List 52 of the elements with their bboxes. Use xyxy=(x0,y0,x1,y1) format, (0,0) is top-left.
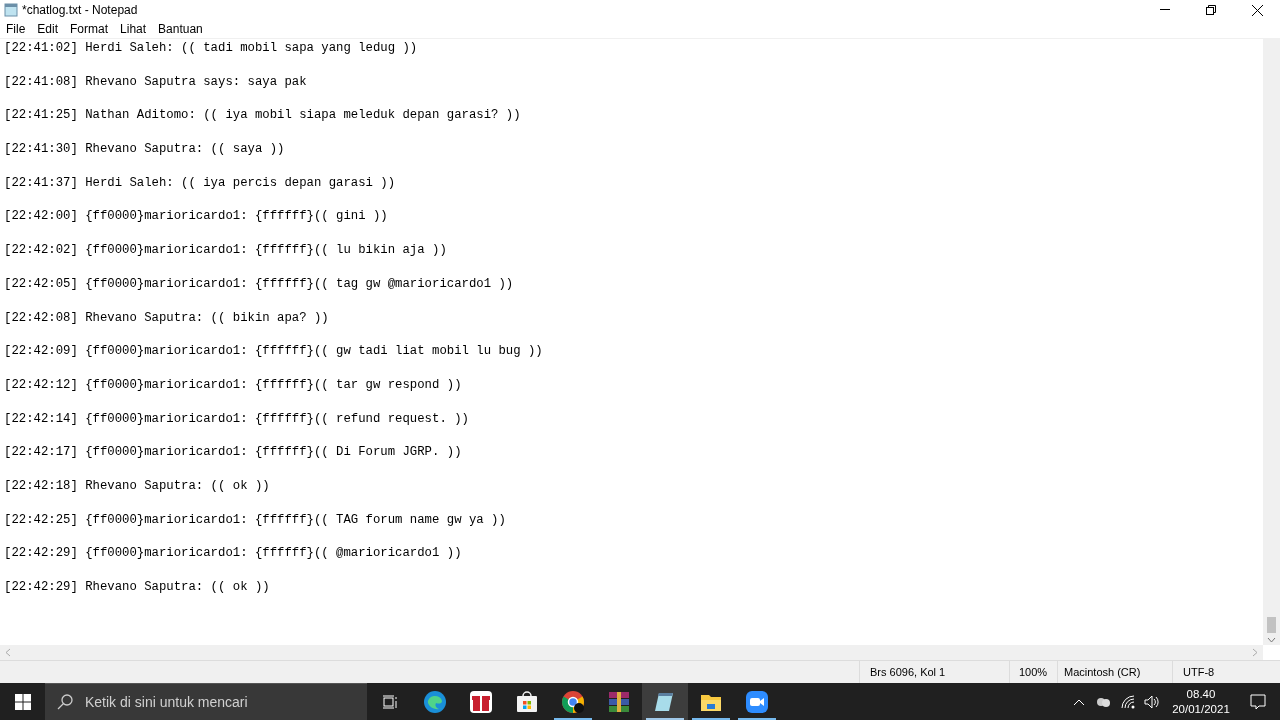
menu-item[interactable]: Bantuan xyxy=(152,20,209,38)
scroll-thumb[interactable] xyxy=(1267,617,1276,633)
text-line: [22:42:29] Rhevano Saputra: (( ok )) xyxy=(4,579,270,596)
menu-item[interactable]: File xyxy=(0,20,32,38)
notepad-icon xyxy=(4,3,18,17)
close-icon xyxy=(1251,4,1263,16)
gift-icon xyxy=(469,689,493,714)
text-line: [22:42:00] {ff0000}marioricardo1: {ffffff}(( gini )) xyxy=(4,208,388,226)
vertical-scrollbar[interactable] xyxy=(1263,39,1280,645)
text-line: [22:42:17] {ff0000}marioricardo1: {ffffff}(( Di Forum JGRP. )) xyxy=(4,444,462,462)
cursor-position: Brs 6096, Kol 1 xyxy=(870,664,946,680)
video-camera-icon xyxy=(745,689,769,714)
chat-bubble-icon xyxy=(1250,693,1266,710)
wifi-icon[interactable] xyxy=(1121,694,1135,709)
text-line: [22:42:29] {ff0000}marioricardo1: {ffffff}(( @marioricardo1 )) xyxy=(4,545,462,563)
text-line: [22:41:02] Herdi Saleh: (( tadi mobil sapa yang ledug )) xyxy=(4,40,418,57)
cloud-icon[interactable] xyxy=(1095,695,1111,708)
scroll-down-icon[interactable] xyxy=(1267,637,1276,643)
clock-date[interactable]: 20/01/2021 xyxy=(1172,701,1230,717)
speaker-icon[interactable] xyxy=(1144,694,1160,709)
text-line: [22:42:08] Rhevano Saputra: (( bikin apa? )) xyxy=(4,309,329,327)
windows-logo-icon xyxy=(14,693,31,710)
text-line: [22:42:02] {ff0000}marioricardo1: {ffffff}(( lu bikin aja )) xyxy=(4,242,447,259)
text-line: [22:41:37] Herdi Saleh: (( iya percis depan garasi )) xyxy=(4,174,396,192)
text-line: [22:42:05] {ff0000}marioricardo1: {ffffff}(( tag gw @marioricardo1 )) xyxy=(4,275,514,293)
shopping-bag-icon xyxy=(515,689,539,714)
menu-item[interactable]: Lihat xyxy=(114,20,153,38)
text-line: [22:41:25] Nathan Aditomo: (( iya mobil siapa meleduk depan garasi? )) xyxy=(4,107,521,125)
browser-icon xyxy=(561,689,585,714)
line-ending: Macintosh (CR) xyxy=(1064,664,1141,680)
zoom-level: 100% xyxy=(1019,664,1048,680)
clock-time[interactable]: 08.40 xyxy=(1186,686,1216,702)
text-line: [22:42:14] {ff0000}marioricardo1: {ffffff}(( refund request. )) xyxy=(4,410,469,428)
menu-item[interactable]: Format xyxy=(64,20,115,38)
text-line: [22:42:25] {ff0000}marioricardo1: {ffffff}(( TAG forum name gw ya )) xyxy=(4,511,506,529)
window-title: *chatlog.txt - Notepad xyxy=(22,2,138,19)
browser-icon xyxy=(423,689,447,714)
text-line: [22:42:18] Rhevano Saputra: (( ok )) xyxy=(4,477,270,495)
encoding: UTF-8 xyxy=(1183,664,1215,680)
task-view-icon xyxy=(382,693,398,710)
text-line: [22:41:30] Rhevano Saputra: (( saya )) xyxy=(4,141,285,158)
restore-icon xyxy=(1206,5,1216,15)
taskbar-app-button[interactable] xyxy=(642,683,688,720)
text-line: [22:42:09] {ff0000}marioricardo1: {ffffff}(( gw tadi liat mobil lu bug )) xyxy=(4,343,543,361)
chevron-up-icon[interactable] xyxy=(1073,697,1085,706)
text-line: [22:42:12] {ff0000}marioricardo1: {ffffff}(( tar gw respond )) xyxy=(4,376,462,394)
search-icon xyxy=(57,694,73,710)
text-line: [22:41:08] Rhevano Saputra says: saya pak xyxy=(4,73,307,91)
menu-item[interactable]: Edit xyxy=(31,20,65,38)
books-icon xyxy=(607,689,631,714)
search-field[interactable]: Ketik di sini untuk mencari xyxy=(45,683,367,720)
minimize-icon xyxy=(1160,9,1170,11)
